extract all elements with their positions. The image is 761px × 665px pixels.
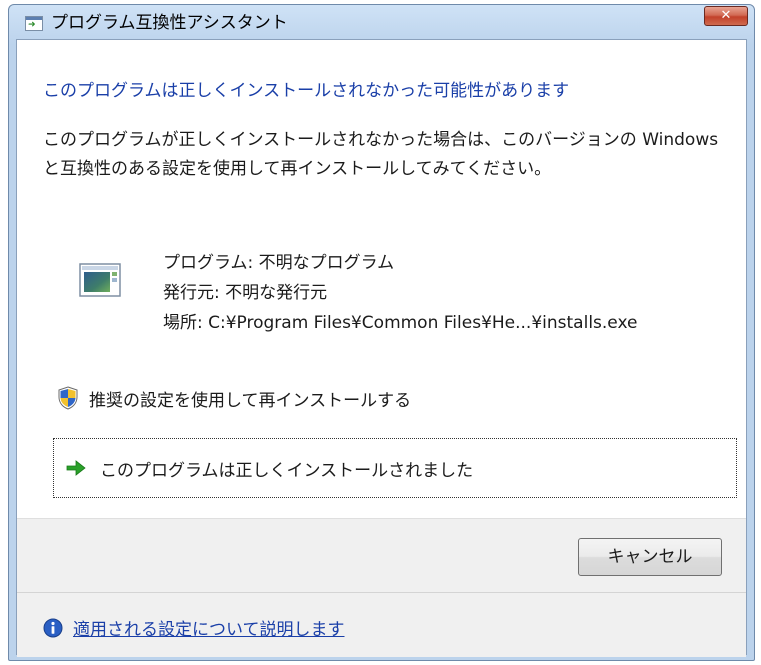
dialog-content: このプログラムは正しくインストールされなかった可能性があります このプログラムが…: [16, 39, 747, 657]
window-title: プログラム互換性アシスタント: [51, 13, 288, 33]
compatibility-window-icon: ➜: [25, 16, 43, 31]
reinstall-recommended-option[interactable]: 推奨の設定を使用して再インストールする: [57, 384, 411, 412]
help-link-row: 適用される設定について説明します: [43, 615, 345, 640]
program-location: 場所: C:¥Program Files¥Common Files¥He...¥…: [163, 313, 638, 333]
cancel-button[interactable]: キャンセル: [578, 538, 722, 576]
help-bar: 適用される設定について説明します: [17, 592, 746, 657]
main-heading: このプログラムは正しくインストールされなかった可能性があります: [43, 81, 570, 101]
program-details: プログラム: 不明なプログラム 発行元: 不明な発行元 場所: C:¥Progr…: [163, 248, 637, 338]
program-name: プログラム: 不明なプログラム: [163, 253, 395, 273]
program-window-icon: [79, 263, 121, 297]
dialog-window: ➜ プログラム互換性アシスタント ✕ このプログラムは正しくインストールされなか…: [8, 4, 755, 661]
description-text: このプログラムが正しくインストールされなかった場合は、このバージョンの Wind…: [43, 130, 719, 179]
close-button[interactable]: ✕: [704, 6, 748, 26]
reinstall-option-label: 推奨の設定を使用して再インストールする: [89, 390, 412, 411]
uac-shield-icon: [58, 386, 78, 410]
title-bar[interactable]: ➜ プログラム互換性アシスタント ✕: [9, 5, 754, 39]
publisher-name: 発行元: 不明な発行元: [163, 283, 328, 303]
installed-correctly-option[interactable]: このプログラムは正しくインストールされました: [53, 438, 737, 498]
installed-option-label: このプログラムは正しくインストールされました: [100, 460, 474, 481]
button-bar: キャンセル: [17, 518, 746, 593]
settings-explanation-link[interactable]: 適用される設定について説明します: [73, 615, 345, 640]
green-arrow-icon: [66, 460, 86, 476]
info-icon: [43, 618, 63, 637]
